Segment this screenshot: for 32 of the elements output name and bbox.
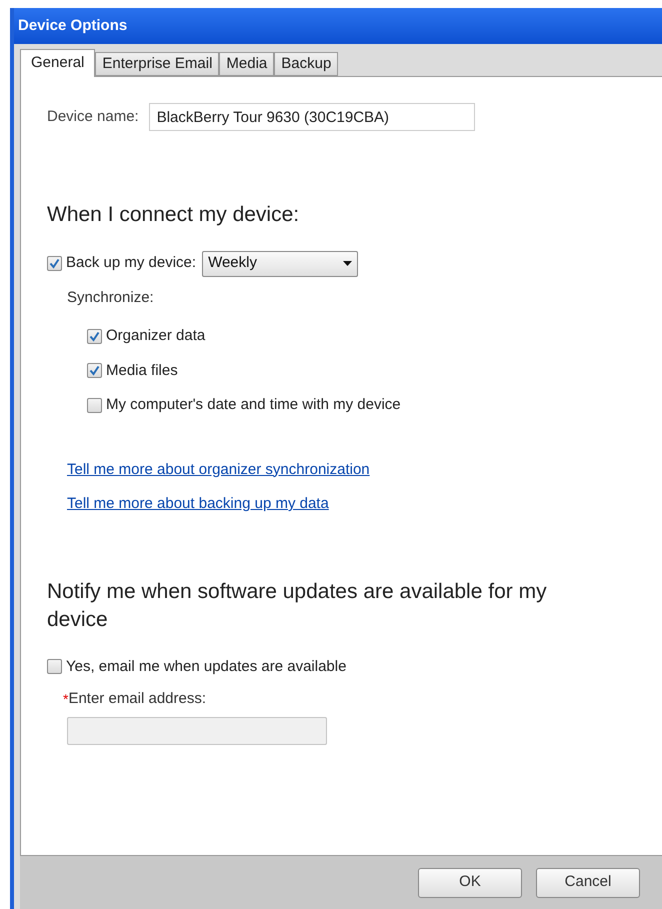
checkbox-label: Media files <box>106 360 178 380</box>
checkbox[interactable] <box>87 363 102 378</box>
checkbox[interactable] <box>87 328 102 344</box>
dialog-button[interactable]: OK <box>418 868 522 898</box>
device-name-field[interactable]: BlackBerry Tour 9630 (30C19CBA) <box>148 103 475 131</box>
section-heading: When I connect my device: <box>47 202 300 228</box>
tab[interactable]: Enterprise Email <box>95 52 220 76</box>
checkmark-icon <box>89 330 100 342</box>
email-label: Enter email address: <box>68 689 206 709</box>
checkbox[interactable] <box>87 398 102 413</box>
tab[interactable]: Backup <box>274 52 338 76</box>
checkbox[interactable] <box>47 659 62 674</box>
checkbox-label: Yes, email me when updates are available <box>66 656 346 676</box>
field-label: Device name: <box>47 106 139 127</box>
checkmark-icon <box>89 365 100 376</box>
dropdown-value: Weekly <box>208 253 257 274</box>
help-link[interactable]: Tell me more about backing up my data <box>67 493 329 516</box>
section-heading: Notify me when software updates are available for my device <box>47 578 548 632</box>
sync-label: Synchronize: <box>67 288 155 308</box>
checkbox-label: Back up my device: <box>66 253 196 274</box>
tab[interactable]: Media <box>219 52 274 76</box>
checkbox[interactable] <box>47 256 62 271</box>
tab[interactable]: General <box>20 49 96 77</box>
checkbox-label: Organizer data <box>106 326 206 346</box>
checkmark-icon <box>49 258 60 269</box>
checkbox-label: My computer's date and time with my device <box>106 395 401 415</box>
window-title: Device Options <box>18 16 128 36</box>
dialog-button[interactable]: Cancel <box>536 868 640 898</box>
required-mark: * <box>63 690 68 709</box>
caret-icon <box>343 261 352 266</box>
frequency-dropdown[interactable]: Weekly <box>202 250 358 276</box>
help-link[interactable]: Tell me more about organizer synchronization <box>67 458 370 481</box>
